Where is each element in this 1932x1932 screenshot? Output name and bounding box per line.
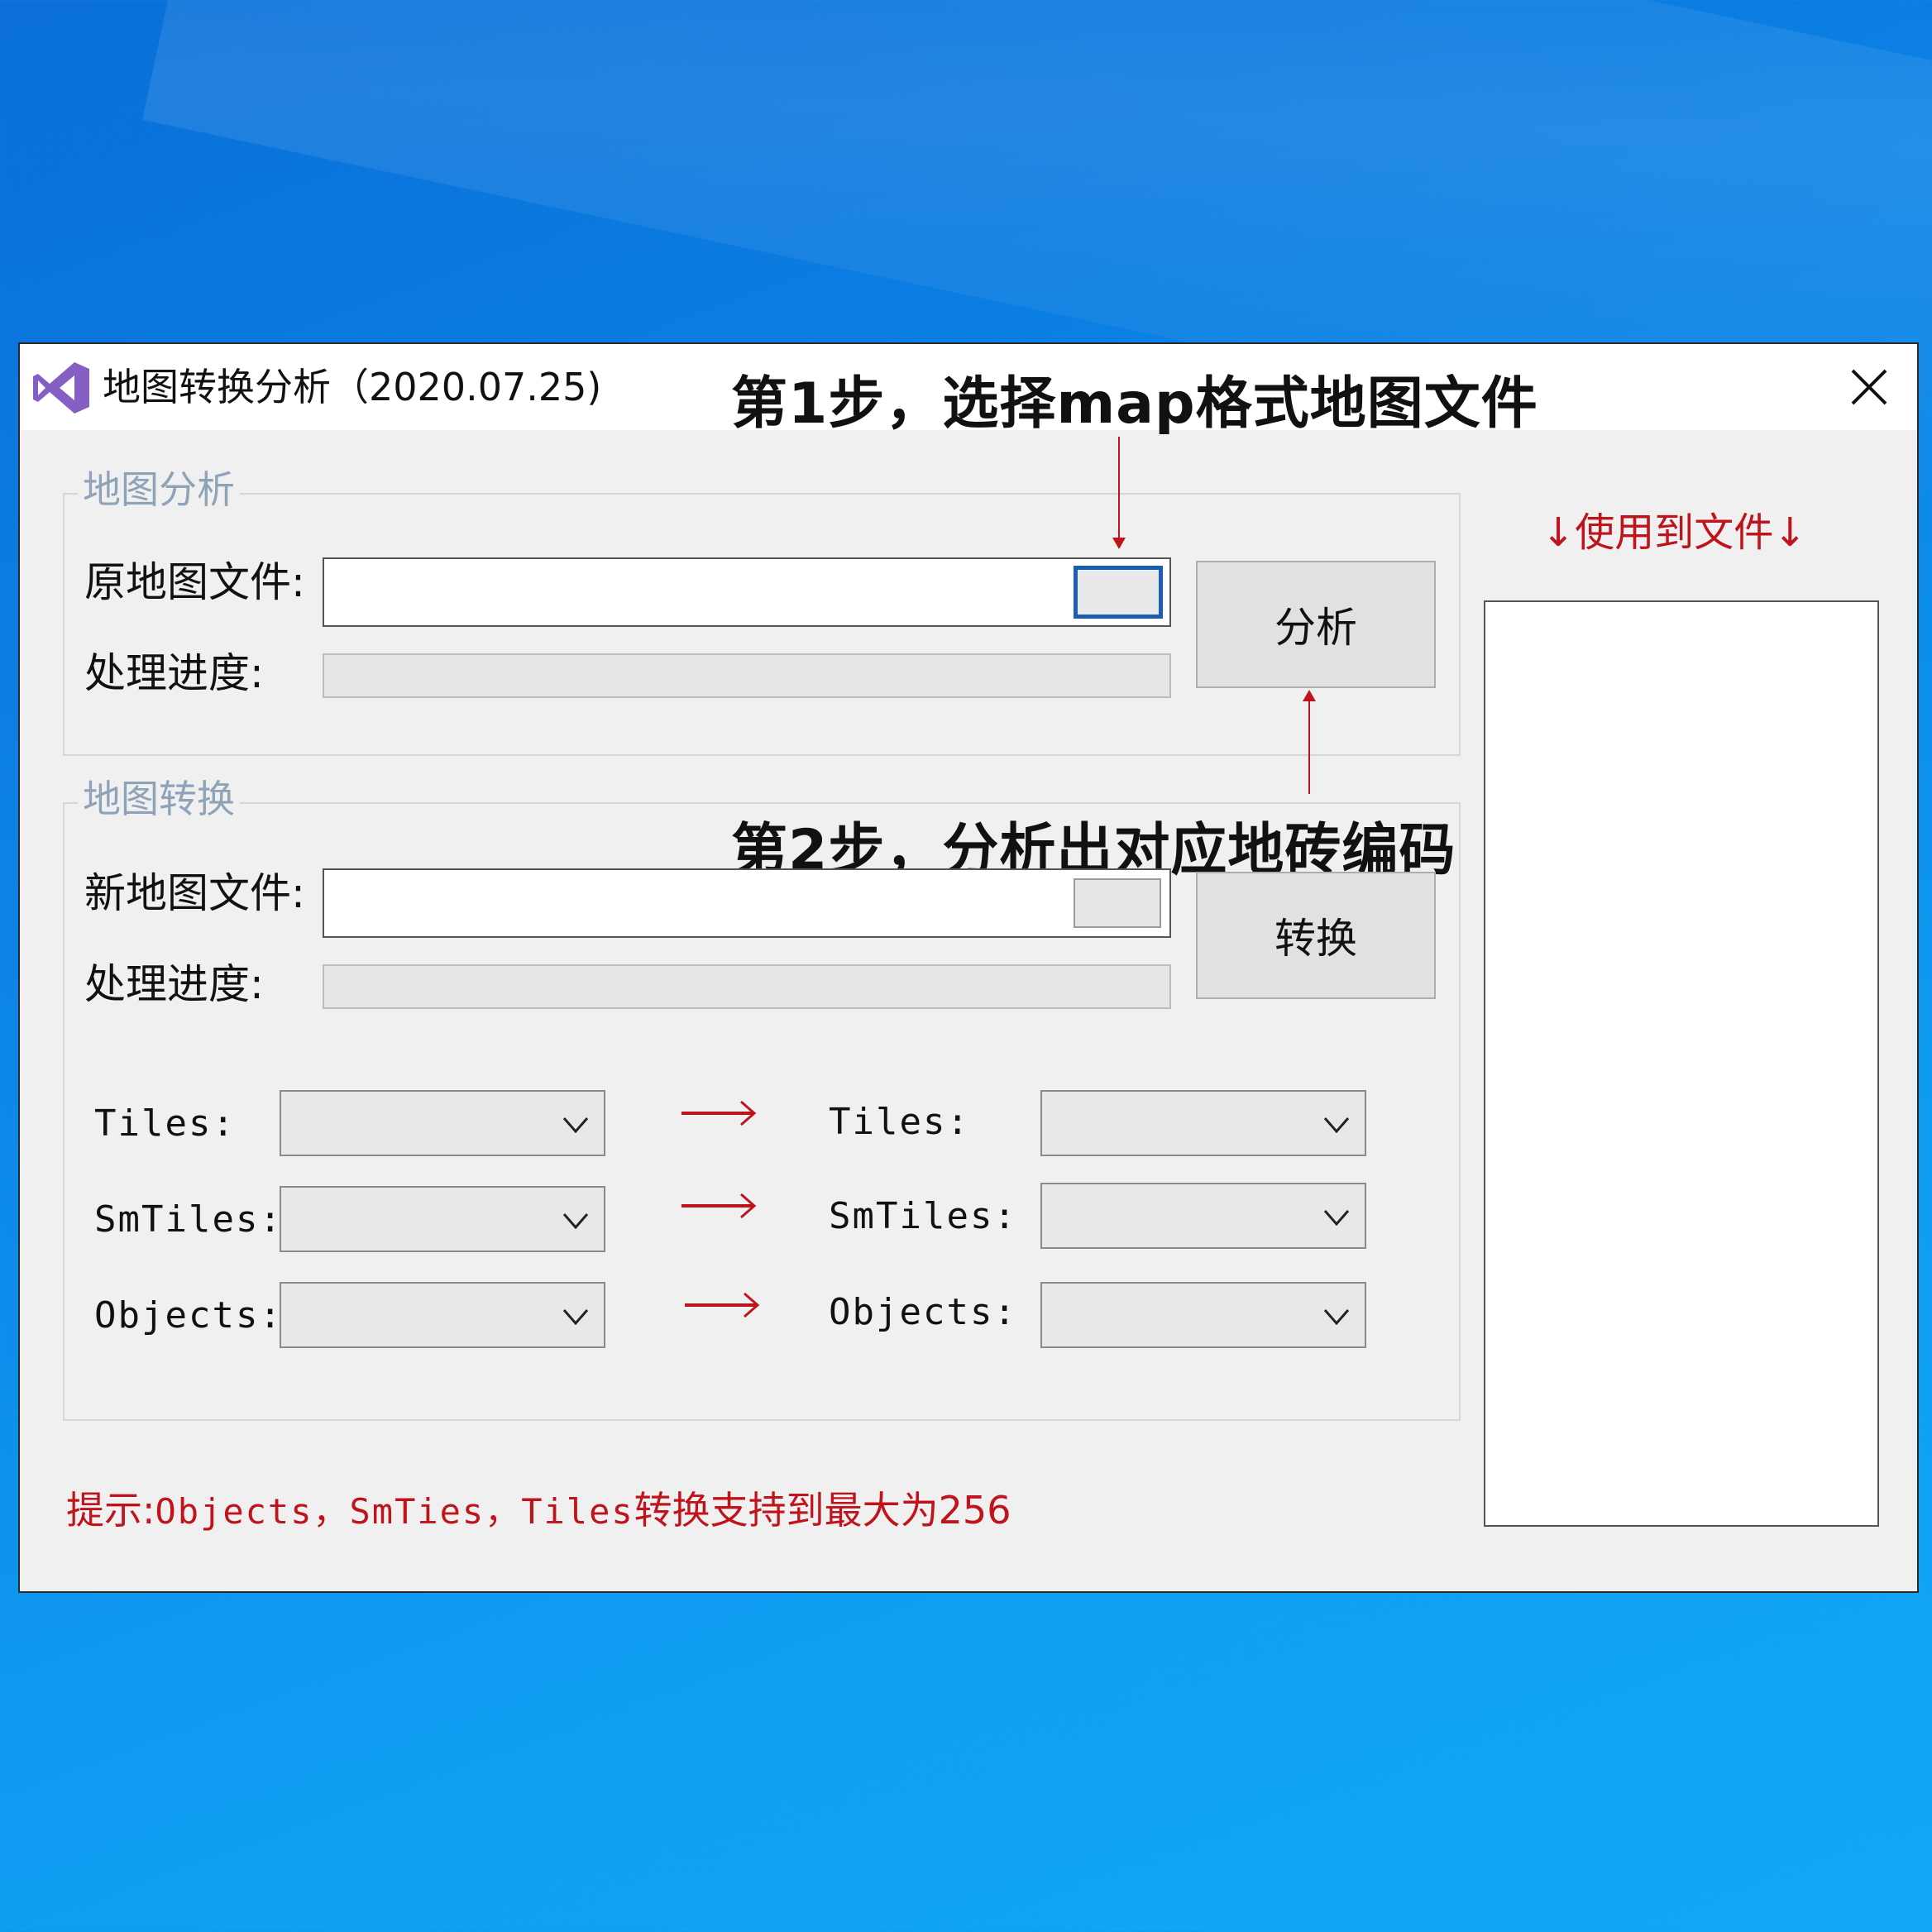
tiles-source-label: Tiles:: [94, 1102, 236, 1145]
objects-source-combo[interactable]: [280, 1282, 605, 1348]
step2-pointer-arrowhead: [1303, 690, 1316, 701]
chevron-down-icon: [562, 1309, 589, 1326]
convert-progress-label: 处理进度:: [84, 960, 264, 1008]
source-file-label: 原地图文件:: [84, 558, 305, 606]
visual-studio-icon: [33, 362, 89, 414]
step1-pointer-line: [1118, 437, 1120, 541]
source-file-input[interactable]: [323, 557, 1171, 627]
hint-text: 提示:Objects，SmTies，Tiles转换支持到最大为256: [66, 1485, 1011, 1537]
red-arrow-icon: [681, 1193, 757, 1219]
analyze-button[interactable]: 分析: [1196, 561, 1436, 688]
red-arrow-icon: [685, 1292, 760, 1318]
objects-source-label: Objects:: [94, 1294, 283, 1337]
convert-progress-bar: [323, 964, 1171, 1009]
tiles-target-label: Tiles:: [829, 1101, 970, 1143]
window-title: 地图转换分析（2020.07.25): [103, 365, 602, 409]
hint-mono: Objects，SmTies，Tiles: [155, 1491, 634, 1532]
chevron-down-icon: [562, 1213, 589, 1230]
step1-pointer-arrowhead: [1112, 538, 1126, 549]
chevron-down-icon: [1323, 1210, 1350, 1227]
smtiles-target-combo[interactable]: [1040, 1183, 1366, 1249]
objects-target-label: Objects:: [829, 1291, 1017, 1333]
step2-pointer-line: [1308, 701, 1310, 794]
objects-target-combo[interactable]: [1040, 1282, 1366, 1348]
used-files-label: ↓使用到文件↓: [1542, 509, 1807, 556]
smtiles-target-label: SmTiles:: [829, 1195, 1017, 1237]
source-progress-label: 处理进度:: [84, 649, 264, 697]
chevron-down-icon: [1323, 1309, 1350, 1326]
hint-prefix: 提示:: [66, 1488, 155, 1533]
tiles-target-combo[interactable]: [1040, 1090, 1366, 1156]
app-window: 地图转换分析（2020.07.25) 第1步，选择map格式地图文件 地图分析 …: [18, 342, 1919, 1593]
smtiles-source-combo[interactable]: [280, 1186, 605, 1252]
convert-button[interactable]: 转换: [1196, 872, 1436, 999]
analysis-progress-bar: [323, 653, 1171, 698]
red-arrow-icon: [681, 1100, 757, 1126]
smtiles-source-label: SmTiles:: [94, 1198, 283, 1241]
hint-suffix: 转换支持到最大为256: [634, 1488, 1011, 1533]
new-file-label: 新地图文件:: [84, 869, 305, 917]
source-browse-button[interactable]: [1074, 566, 1163, 619]
new-file-browse-button[interactable]: [1074, 878, 1161, 928]
chevron-down-icon: [1323, 1117, 1350, 1134]
convert-group-legend: 地图转换: [78, 776, 240, 822]
new-file-input[interactable]: [323, 868, 1171, 938]
tiles-source-combo[interactable]: [280, 1090, 605, 1156]
close-icon[interactable]: [1839, 357, 1899, 417]
step1-annotation: 第1步，选择map格式地图文件: [731, 371, 1538, 437]
analysis-group-legend: 地图分析: [78, 466, 240, 513]
used-files-list[interactable]: [1484, 600, 1879, 1527]
chevron-down-icon: [562, 1117, 589, 1134]
